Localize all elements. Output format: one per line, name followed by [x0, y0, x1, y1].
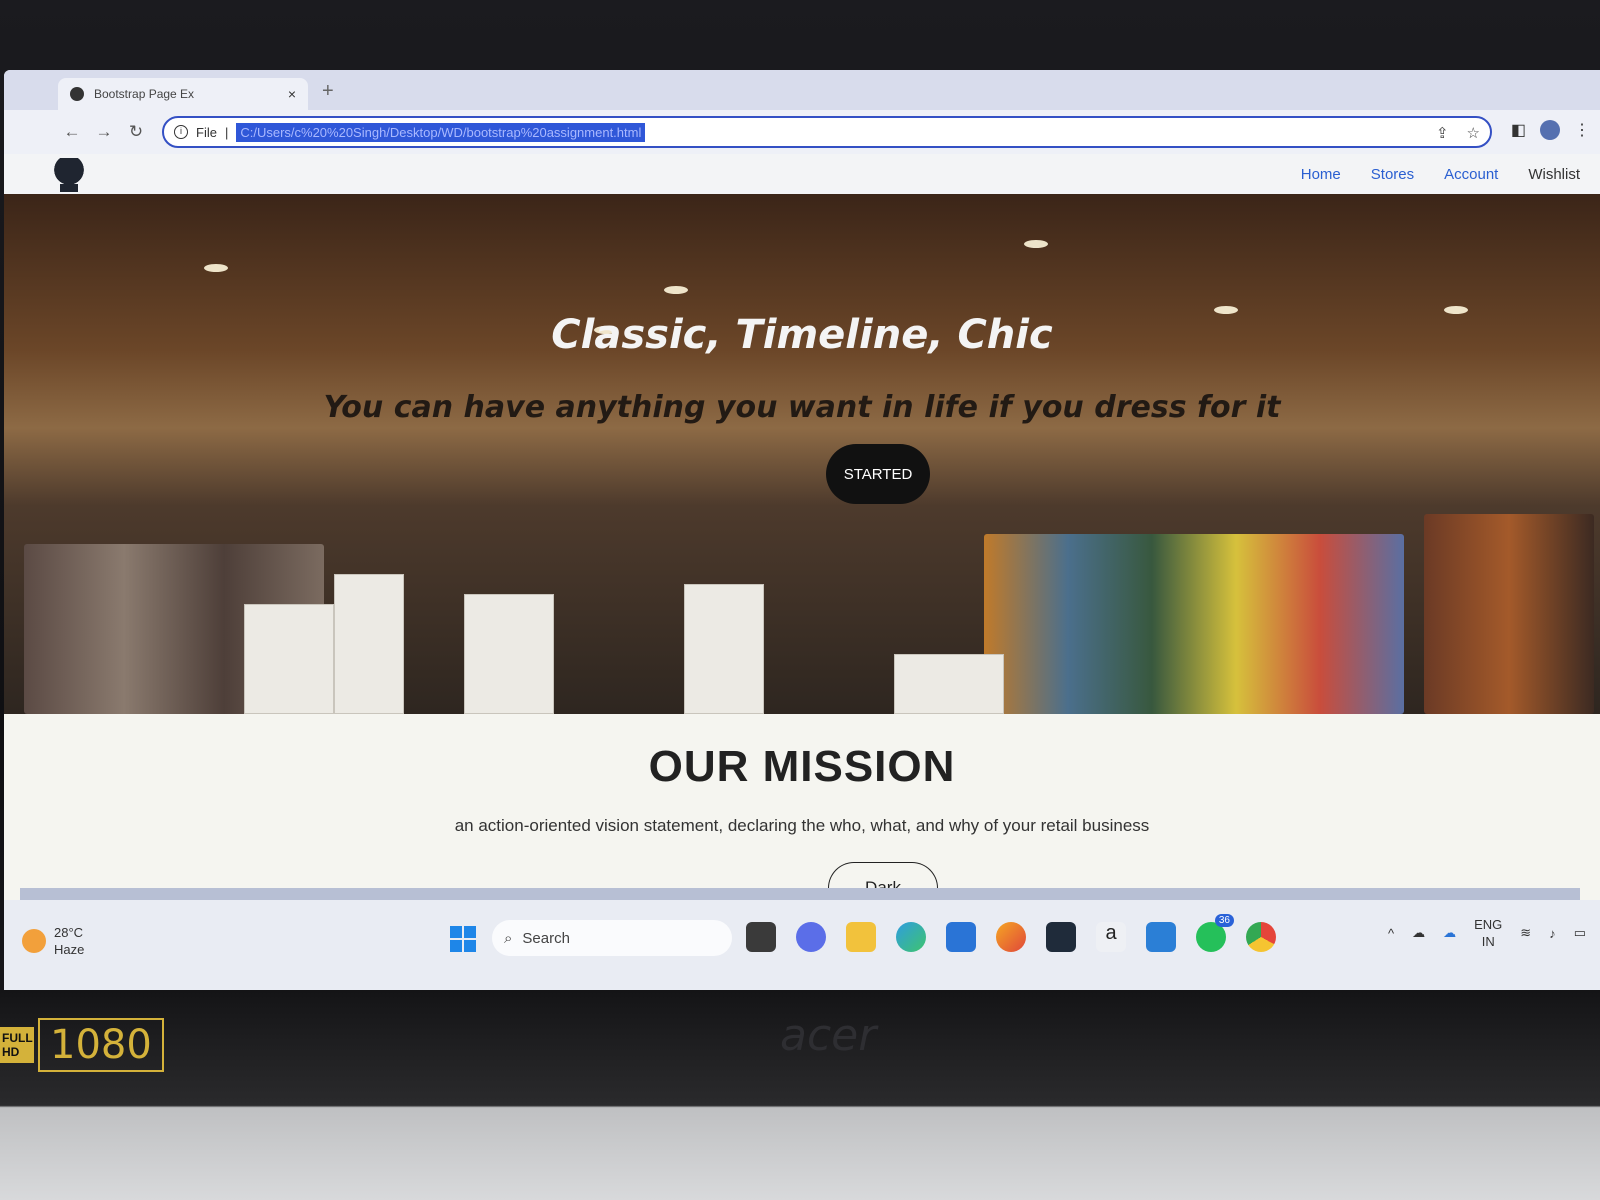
- laptop-chin: FULL HD 1080 acer: [0, 990, 1600, 1200]
- nav-wishlist-link[interactable]: Wishlist: [1528, 166, 1580, 183]
- ceiling-light: [664, 286, 688, 294]
- file-scheme-label: File: [196, 124, 217, 140]
- browser-tabstrip: Bootstrap Page Ex × +: [4, 70, 1600, 110]
- shoe-box-stack: [894, 654, 1004, 714]
- laptop-brand-logo: acer: [780, 1010, 877, 1061]
- bookmark-star-icon[interactable]: ☆: [1467, 124, 1480, 142]
- web-page: Home Stores Account Wishlist Classic, Ti…: [4, 154, 1600, 958]
- address-bar[interactable]: i File | C:/Users/c%20%20Singh/Desktop/W…: [162, 116, 1492, 148]
- firefox-icon[interactable]: [996, 922, 1026, 952]
- battery-icon[interactable]: ▭: [1574, 925, 1586, 941]
- wifi-icon[interactable]: ≋: [1520, 925, 1531, 941]
- shoe-box-stack: [244, 604, 334, 714]
- hero-subtitle: You can have anything you want in life i…: [323, 390, 1281, 425]
- vscode-icon[interactable]: [1146, 922, 1176, 952]
- language-indicator[interactable]: ENG IN: [1474, 916, 1502, 950]
- shoe-box-stack: [464, 594, 554, 714]
- mission-text: an action-oriented vision statement, dec…: [454, 816, 1150, 835]
- taskbar-search[interactable]: ⌕ Search: [492, 920, 732, 956]
- cloud-icon[interactable]: ☁: [1443, 925, 1456, 941]
- system-tray: ^ ☁ ☁ ENG IN ≋ ♪ ▭: [1388, 916, 1586, 950]
- site-logo[interactable]: [54, 158, 84, 192]
- mission-heading: OUR MISSION: [648, 742, 956, 791]
- windows-taskbar: 28°C Haze ⌕ Search a 36 ^ ☁ ☁ ENG IN ≋ ♪…: [4, 900, 1600, 990]
- shoe-box-stack: [334, 574, 404, 714]
- search-placeholder: Search: [522, 929, 570, 947]
- info-icon[interactable]: i: [174, 125, 188, 139]
- weather-widget[interactable]: 28°C Haze: [22, 924, 84, 958]
- windows-start-icon[interactable]: [450, 926, 476, 952]
- profile-avatar[interactable]: [1540, 120, 1560, 140]
- nav-home-link[interactable]: Home: [1301, 166, 1341, 183]
- amazon-icon[interactable]: a: [1096, 922, 1126, 952]
- clothing-rack: [984, 534, 1404, 714]
- url-text[interactable]: C:/Users/c%20%20Singh/Desktop/WD/bootstr…: [236, 122, 646, 142]
- reload-icon[interactable]: ↻: [120, 122, 152, 142]
- chrome-icon[interactable]: [1246, 922, 1276, 952]
- close-tab-icon[interactable]: ×: [288, 86, 296, 102]
- tab-title: Bootstrap Page Ex: [94, 87, 195, 101]
- forward-icon[interactable]: →: [88, 122, 120, 142]
- ceiling-light: [1024, 240, 1048, 248]
- clothing-rack: [1424, 514, 1594, 714]
- full-hd-sticker: FULL HD 1080: [0, 1016, 164, 1074]
- weather-icon: [22, 929, 46, 953]
- weather-temp: 28°C: [54, 925, 84, 940]
- hero-title: Classic, Timeline, Chic: [551, 312, 1053, 358]
- site-navbar: Home Stores Account Wishlist: [4, 154, 1600, 194]
- browser-tab[interactable]: Bootstrap Page Ex ×: [58, 78, 308, 110]
- whatsapp-icon[interactable]: 36: [1196, 914, 1234, 952]
- globe-icon: [70, 87, 84, 101]
- edge-icon[interactable]: [896, 922, 926, 952]
- task-view-icon[interactable]: [746, 922, 776, 952]
- chevron-up-icon[interactable]: ^: [1388, 926, 1394, 941]
- get-started-button[interactable]: STARTED: [826, 444, 930, 504]
- nav-stores-link[interactable]: Stores: [1371, 166, 1414, 183]
- horizontal-scrollbar[interactable]: [20, 888, 1580, 900]
- hero-banner: Classic, Timeline, Chic You can have any…: [4, 194, 1600, 714]
- new-tab-button[interactable]: +: [322, 80, 334, 103]
- store-icon[interactable]: [946, 922, 976, 952]
- screen: Bootstrap Page Ex × + ← → ↻ i File | C:/…: [4, 70, 1600, 990]
- side-panel-icon[interactable]: ◧: [1511, 120, 1526, 140]
- browser-toolbar: ← → ↻ i File | C:/Users/c%20%20Singh/Des…: [4, 110, 1600, 154]
- onedrive-icon[interactable]: ☁: [1412, 925, 1425, 941]
- notification-badge: 36: [1214, 914, 1234, 927]
- nav-account-link[interactable]: Account: [1444, 166, 1498, 183]
- chat-icon[interactable]: [796, 922, 826, 952]
- search-icon: ⌕: [504, 929, 513, 947]
- menu-icon[interactable]: ⋮: [1574, 120, 1590, 140]
- dropbox-icon[interactable]: [1046, 922, 1076, 952]
- volume-icon[interactable]: ♪: [1549, 926, 1556, 941]
- shoe-box-stack: [684, 584, 764, 714]
- ceiling-light: [204, 264, 228, 272]
- back-icon[interactable]: ←: [56, 122, 88, 142]
- file-explorer-icon[interactable]: [846, 922, 876, 952]
- weather-desc: Haze: [54, 942, 85, 957]
- share-icon[interactable]: ⇪: [1436, 124, 1449, 142]
